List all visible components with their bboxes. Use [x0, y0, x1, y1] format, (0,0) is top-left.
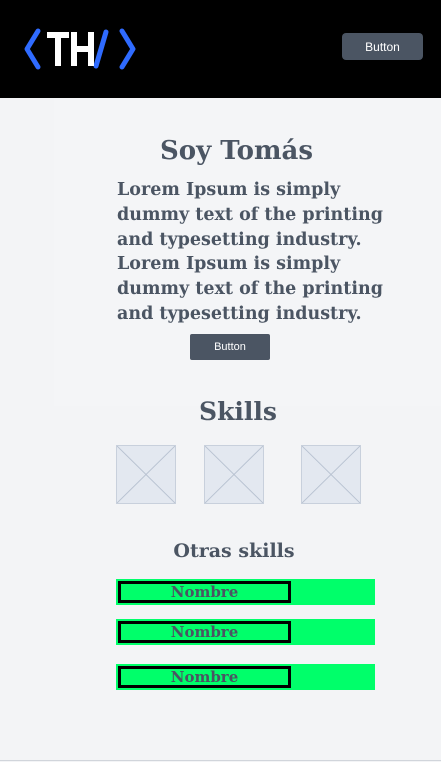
skill-bar-label: Nombre	[118, 666, 291, 688]
header-button[interactable]: Button	[342, 33, 423, 60]
skill-bar: Nombre	[116, 664, 375, 690]
image-placeholder-icon	[117, 446, 175, 503]
logo-icon	[24, 28, 136, 70]
top-navbar: Button	[0, 0, 441, 98]
skill-bar: Nombre	[116, 579, 375, 605]
footer-divider	[0, 760, 441, 761]
hero-button[interactable]: Button	[190, 334, 270, 360]
skill-image-placeholder-3	[301, 445, 361, 504]
image-placeholder-icon	[205, 446, 263, 503]
logo[interactable]	[22, 26, 138, 72]
hero-description: Lorem Ipsum is simply dummy text of the …	[117, 178, 417, 327]
skill-image-placeholder-2	[204, 445, 264, 504]
other-skills-title: Otras skills	[173, 540, 295, 562]
skill-image-placeholder-1	[116, 445, 176, 504]
image-placeholder-icon	[302, 446, 360, 503]
skill-bar-label: Nombre	[118, 621, 291, 643]
skill-bar: Nombre	[116, 619, 375, 645]
hero-paragraph-2: Lorem Ipsum is simply dummy text of the …	[117, 254, 383, 324]
hero-paragraph-1: Lorem Ipsum is simply dummy text of the …	[117, 180, 383, 250]
skills-title: Skills	[199, 397, 277, 426]
skill-bar-label: Nombre	[118, 581, 291, 603]
hero-title: Soy Tomás	[160, 136, 313, 166]
